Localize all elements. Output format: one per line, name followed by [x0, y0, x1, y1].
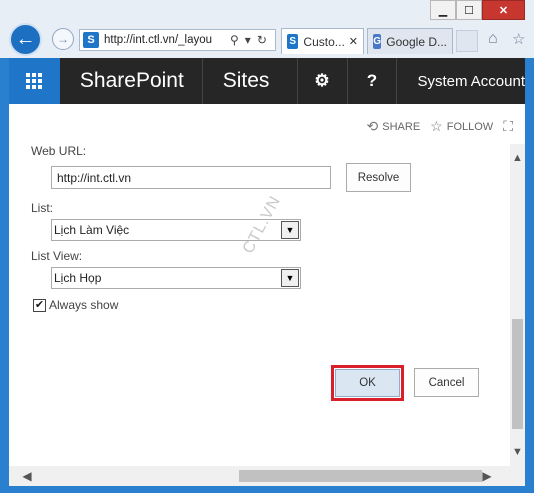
- scroll-up-icon[interactable]: ▲: [510, 150, 525, 165]
- brand-title[interactable]: SharePoint: [60, 58, 202, 104]
- list-view-label: List View:: [31, 249, 83, 263]
- new-tab-button[interactable]: [456, 30, 478, 52]
- list-label: List:: [31, 201, 54, 215]
- vertical-scrollbar[interactable]: ▲ ▼: [510, 144, 525, 466]
- close-tab-icon[interactable]: ✕: [349, 35, 358, 48]
- page-content: ⟲ SHARE ☆ FOLLOW ⛶ Web URL: http://int.c…: [9, 104, 525, 466]
- app-launcher-button[interactable]: [9, 58, 60, 104]
- page-actions: ⟲ SHARE ☆ FOLLOW ⛶: [367, 118, 513, 135]
- chevron-down-icon[interactable]: ▼: [281, 221, 299, 239]
- horizontal-scroll-thumb[interactable]: [239, 470, 482, 482]
- horizontal-scrollbar[interactable]: ◀ ▶: [9, 466, 525, 486]
- share-label: SHARE: [382, 120, 421, 133]
- search-icon[interactable]: ⚲: [230, 33, 239, 47]
- waffle-icon: [26, 73, 43, 89]
- home-icon[interactable]: ⌂: [488, 30, 498, 48]
- back-arrow-icon: ←: [15, 28, 36, 50]
- scroll-down-icon[interactable]: ▼: [510, 444, 525, 459]
- google-docs-tab-icon: G: [373, 34, 382, 49]
- web-url-input[interactable]: http://int.ctl.vn: [51, 166, 331, 189]
- ok-highlight-box: [331, 365, 404, 401]
- list-select-value: Lịch Làm Việc: [54, 223, 130, 237]
- share-icon: ⟲: [366, 118, 379, 134]
- web-url-label: Web URL:: [31, 144, 87, 158]
- address-text[interactable]: http://int.ctl.vn/_layou: [104, 34, 226, 46]
- always-show-checkbox[interactable]: ✔: [33, 298, 46, 312]
- always-show-label: Always show: [49, 298, 119, 312]
- sharepoint-favicon-icon: S: [83, 32, 99, 48]
- list-view-select-value: Lịch Họp: [54, 271, 102, 285]
- forward-arrow-icon: →: [57, 32, 69, 46]
- star-icon: ☆: [430, 118, 443, 134]
- sharepoint-suite-bar: SharePoint Sites ⚙ ? System Account: [9, 58, 525, 104]
- favorites-star-icon[interactable]: ☆: [512, 30, 525, 48]
- sharepoint-tab-icon: S: [287, 34, 299, 49]
- browser-chrome: ▁ ☐ ✕ ← → S http://int.ctl.vn/_layou ⚲ ▾…: [0, 0, 534, 58]
- scroll-left-icon[interactable]: ◀: [19, 468, 35, 484]
- dropdown-icon[interactable]: ▾: [245, 33, 251, 47]
- always-show-option[interactable]: ✔ Always show: [33, 298, 118, 312]
- share-button[interactable]: ⟲ SHARE: [367, 118, 421, 135]
- focus-icon: ⛶: [503, 118, 513, 134]
- tab-label: Custo...: [303, 34, 345, 49]
- help-button[interactable]: ?: [346, 58, 397, 104]
- sites-link[interactable]: Sites: [201, 58, 297, 104]
- tab-label: Google D...: [386, 34, 447, 49]
- vertical-scroll-thumb[interactable]: [512, 319, 523, 429]
- resolve-button[interactable]: Resolve: [346, 163, 411, 192]
- tab-google-docs[interactable]: G Google D...: [367, 28, 453, 54]
- window-caption-buttons: ▁ ☐ ✕: [430, 0, 525, 20]
- browser-window: ▁ ☐ ✕ ← → S http://int.ctl.vn/_layou ⚲ ▾…: [0, 0, 534, 493]
- refresh-icon[interactable]: ↻: [257, 33, 267, 47]
- follow-label: FOLLOW: [446, 120, 494, 133]
- scroll-right-icon[interactable]: ▶: [479, 468, 495, 484]
- minimize-button[interactable]: ▁: [430, 0, 456, 20]
- gear-icon: ⚙: [314, 71, 330, 90]
- address-bar[interactable]: S http://int.ctl.vn/_layou ⚲ ▾ ↻: [79, 29, 276, 51]
- list-view-select[interactable]: Lịch Họp ▼: [51, 267, 301, 289]
- close-window-button[interactable]: ✕: [482, 0, 525, 20]
- forward-button[interactable]: →: [52, 28, 74, 50]
- cancel-button[interactable]: Cancel: [414, 368, 479, 397]
- settings-button[interactable]: ⚙: [296, 58, 347, 104]
- account-menu[interactable]: System Account: [396, 58, 525, 104]
- tab-customize[interactable]: S Custo... ✕: [281, 28, 364, 54]
- focus-on-content-button[interactable]: ⛶: [503, 118, 513, 135]
- back-button[interactable]: ←: [9, 23, 42, 56]
- follow-button[interactable]: ☆ FOLLOW: [430, 118, 493, 135]
- chevron-down-icon[interactable]: ▼: [281, 269, 299, 287]
- maximize-button[interactable]: ☐: [456, 0, 482, 20]
